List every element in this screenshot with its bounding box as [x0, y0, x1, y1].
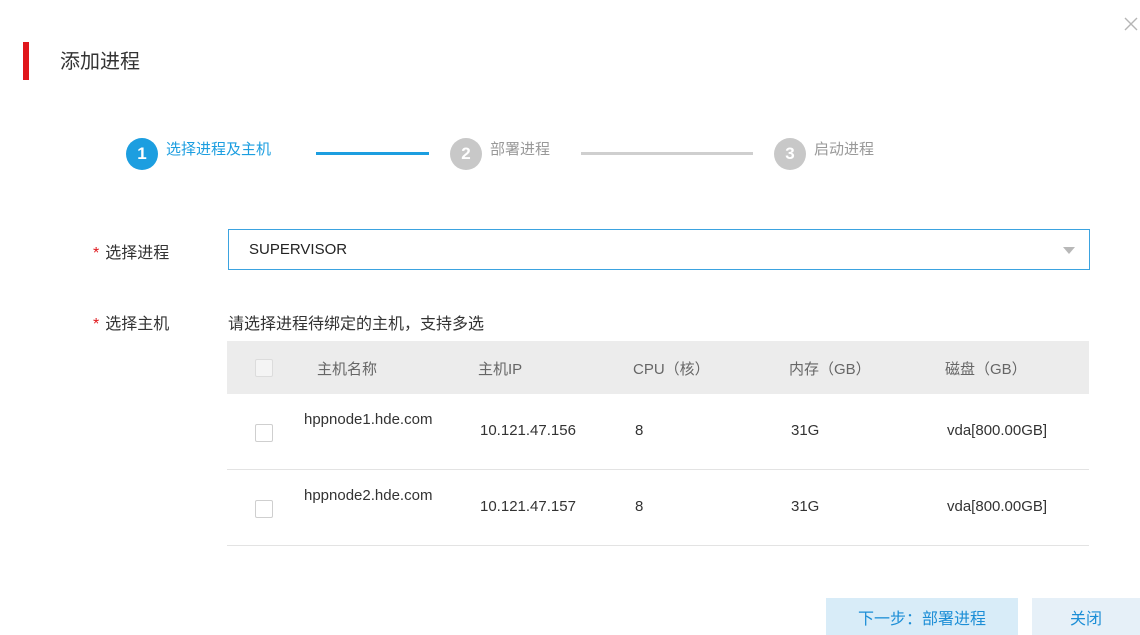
- step-connector: [316, 152, 429, 155]
- cell-disk: vda[800.00GB]: [947, 422, 1048, 439]
- row-checkbox[interactable]: [255, 500, 273, 518]
- add-process-dialog: 添加进程 1 选择进程及主机 2 部署进程 3 启动进程 * 选择进程 SUPER…: [0, 0, 1140, 635]
- cell-memory: 31G: [791, 422, 820, 439]
- step-start-process: 3 启动进程: [774, 138, 874, 170]
- cell-memory: 31G: [791, 498, 820, 515]
- required-mark: *: [93, 316, 100, 333]
- host-label: * 选择主机: [93, 316, 170, 333]
- header-disk: 磁盘（GB）: [945, 361, 1027, 378]
- step-label: 部署进程: [490, 140, 551, 158]
- step-number: 2: [450, 138, 482, 170]
- table-row[interactable]: hppnode1.hde.com 10.121.47.156 8 31G vda…: [227, 394, 1089, 470]
- host-table: 主机名称 主机IP CPU（核） 内存（GB） 磁盘（GB） hppnode1.…: [227, 341, 1089, 546]
- step-select-process-host: 1 选择进程及主机: [126, 138, 271, 170]
- caret-down-icon: [1063, 247, 1075, 254]
- required-mark: *: [93, 245, 100, 262]
- title-accent-bar: [23, 42, 29, 80]
- process-select[interactable]: SUPERVISOR: [228, 229, 1090, 270]
- cell-host-name: hppnode2.hde.com: [304, 487, 433, 504]
- dialog-title: 添加进程: [60, 51, 140, 73]
- close-button[interactable]: 关闭: [1032, 598, 1140, 635]
- cell-cpu: 8: [635, 498, 644, 515]
- row-checkbox[interactable]: [255, 424, 273, 442]
- table-row[interactable]: hppnode2.hde.com 10.121.47.157 8 31G vda…: [227, 470, 1089, 546]
- process-label: * 选择进程: [93, 245, 170, 262]
- header-memory: 内存（GB）: [789, 361, 871, 378]
- next-deploy-button[interactable]: 下一步：部署进程: [826, 598, 1018, 635]
- close-icon[interactable]: [1122, 15, 1140, 33]
- host-hint: 请选择进程待绑定的主机，支持多选: [228, 316, 485, 333]
- process-select-value: SUPERVISOR: [249, 241, 348, 258]
- cell-host-ip: 10.121.47.157: [480, 498, 576, 515]
- step-number: 1: [126, 138, 158, 170]
- cell-host-ip: 10.121.47.156: [480, 422, 576, 439]
- step-label: 选择进程及主机: [166, 140, 272, 158]
- step-label: 启动进程: [814, 140, 875, 158]
- cell-disk: vda[800.00GB]: [947, 498, 1048, 515]
- step-number: 3: [774, 138, 806, 170]
- header-cpu: CPU（核）: [633, 361, 710, 378]
- cell-host-name: hppnode1.hde.com: [304, 411, 433, 428]
- select-all-checkbox[interactable]: [255, 359, 273, 377]
- cell-cpu: 8: [635, 422, 644, 439]
- step-connector: [581, 152, 753, 155]
- header-host-ip: 主机IP: [478, 361, 523, 378]
- step-deploy-process: 2 部署进程: [450, 138, 550, 170]
- table-header: 主机名称 主机IP CPU（核） 内存（GB） 磁盘（GB）: [227, 341, 1089, 394]
- header-host-name: 主机名称: [317, 361, 378, 378]
